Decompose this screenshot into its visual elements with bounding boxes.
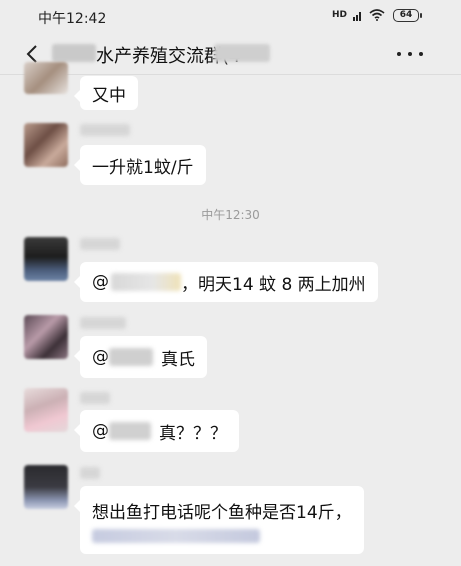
avatar[interactable] [24, 62, 68, 94]
message-bubble[interactable]: 又中 [74, 76, 138, 110]
avatar[interactable] [24, 465, 68, 509]
wifi-icon [369, 9, 385, 21]
mention-name-redacted [109, 422, 151, 440]
message-text: 想出鱼打电话呢个鱼种是否14斤， [92, 502, 352, 523]
chat-timestamp: 中午12:30 [201, 208, 260, 222]
message-bubble[interactable]: @ 真？？？ [74, 410, 239, 452]
status-bar: 中午12:42 HD 64 [0, 0, 461, 34]
mention-prefix: @ [92, 347, 109, 367]
message-bubble[interactable]: @ 真氏 [74, 336, 207, 378]
sender-name-redacted [80, 317, 126, 329]
message-text: 一升就1蚊/斤 [92, 157, 194, 178]
chat-header: 水产养殖交流群(4 [0, 34, 461, 74]
mention-prefix: @ [92, 272, 109, 292]
avatar[interactable] [24, 388, 68, 432]
message-bubble[interactable]: 一升就1蚊/斤 [74, 145, 206, 185]
signal-icon [353, 11, 361, 21]
mention-name-redacted [109, 348, 153, 366]
message-text: 真氏 [161, 349, 195, 370]
sender-name-redacted [80, 467, 100, 479]
mention-name-redacted [111, 273, 181, 291]
message-text: 又中 [92, 85, 126, 106]
sender-name-redacted [80, 238, 120, 250]
avatar[interactable] [24, 123, 68, 167]
status-time: 中午12:42 [38, 11, 107, 27]
avatar[interactable] [24, 315, 68, 359]
back-arrow-icon[interactable] [24, 44, 42, 64]
mention-prefix: @ [92, 421, 109, 441]
message-bubble[interactable]: 想出鱼打电话呢个鱼种是否14斤， [74, 486, 364, 554]
status-icons: HD [332, 9, 385, 21]
avatar[interactable] [24, 237, 68, 281]
message-text: ，明天14 蚊 8 两上加州 [181, 274, 366, 295]
network-hd-label: HD [331, 9, 347, 20]
sender-name-redacted [80, 392, 110, 404]
more-options-icon[interactable] [397, 44, 423, 64]
sender-name-redacted [80, 124, 130, 136]
message-text-redacted [92, 528, 260, 543]
title-redacted [52, 44, 96, 62]
message-bubble[interactable]: @ ，明天14 蚊 8 两上加州 [74, 262, 378, 302]
battery-indicator: 64 [393, 9, 422, 22]
header-divider [0, 74, 461, 75]
title-count-redacted [214, 44, 270, 62]
message-text: 真？？？ [159, 423, 227, 444]
